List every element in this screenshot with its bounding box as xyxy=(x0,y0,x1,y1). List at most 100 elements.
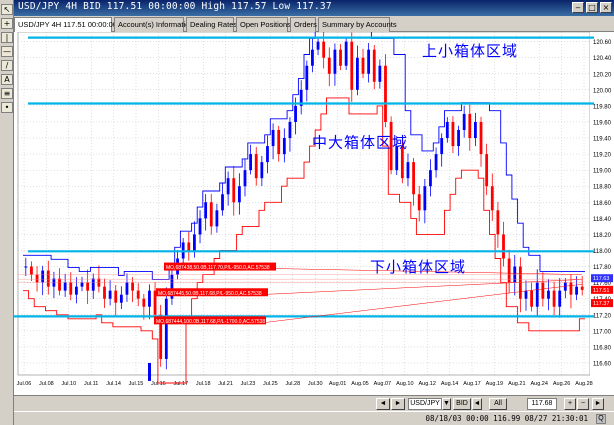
tab-3[interactable]: Open Positions xyxy=(236,17,291,32)
candle-body xyxy=(74,286,78,295)
y-tick-label: 117.20 xyxy=(593,313,612,319)
side-toggle-button[interactable]: ◄ xyxy=(472,398,482,410)
restore-button[interactable]: □ xyxy=(586,2,598,13)
candle-body xyxy=(193,234,196,251)
y-tick-label: 119.40 xyxy=(593,137,612,143)
candle-body xyxy=(474,121,477,139)
x-tick-label: Jul.06 xyxy=(17,381,32,387)
candle-body xyxy=(361,57,365,74)
order-tag[interactable]: MO,687438,50.0B,117.70,P/L-950.0,AC.5753… xyxy=(164,262,276,272)
fibonacci-icon[interactable]: ≡ xyxy=(1,88,13,99)
scroll-right-button[interactable]: ► xyxy=(592,398,604,410)
candle-body xyxy=(282,138,286,155)
x-tick-label: Jul.28 xyxy=(285,381,300,387)
candle-body xyxy=(30,266,33,275)
zoom-icon[interactable]: Q xyxy=(596,414,606,424)
close-button[interactable]: × xyxy=(600,2,612,13)
zoom-out-button[interactable]: − xyxy=(577,398,589,410)
nav-prev-button[interactable]: ◄ xyxy=(376,398,390,410)
candle-body xyxy=(524,290,528,299)
y-tick-label: 118.40 xyxy=(593,217,612,223)
candle-body xyxy=(406,162,410,179)
symbol-select[interactable]: USD/JPY xyxy=(408,398,442,410)
candle-body xyxy=(52,278,56,287)
candle-body xyxy=(468,113,472,139)
y-tick-label: 116.60 xyxy=(593,361,612,367)
candle-body xyxy=(271,130,275,147)
dot-icon[interactable]: • xyxy=(1,102,13,113)
symbol-dropdown-icon[interactable]: ▼ xyxy=(442,398,451,410)
candle-body xyxy=(305,65,309,90)
horizontal-line-icon[interactable]: — xyxy=(1,46,13,57)
side-select[interactable]: BID xyxy=(453,398,471,410)
annotation-lower-box: 下小箱体区域 xyxy=(370,258,466,276)
text-icon[interactable]: A xyxy=(1,74,13,85)
minimize-button[interactable]: ‒ xyxy=(572,2,584,13)
candle-body xyxy=(114,290,118,303)
tab-0[interactable]: USD/JPY 4H 117.51 00:00:00 xyxy=(14,17,117,32)
trend-line-icon[interactable]: / xyxy=(1,60,13,71)
price-chart[interactable]: 120.60 120.40 120.20 120.00 119.80 119.60 119.… xyxy=(14,32,614,395)
status-text: 08/18/03 00:00 116.99 08/27 21:30:01 xyxy=(425,414,588,423)
range-all-button[interactable]: All xyxy=(489,398,507,410)
candle-body xyxy=(187,242,191,251)
x-tick-label: Aug.28 xyxy=(575,381,592,387)
candle-body xyxy=(131,282,134,291)
cursor-icon[interactable]: ↖ xyxy=(1,4,13,15)
order-tag[interactable]: MO,687444,100.0B,117.68,P/L-1700.0,AC.57… xyxy=(154,316,266,325)
candle-body xyxy=(86,282,90,291)
x-tick-label: Aug.05 xyxy=(351,381,368,387)
candle-body xyxy=(103,286,106,299)
candle-body xyxy=(24,266,28,268)
price-field[interactable]: 117.68 xyxy=(527,398,557,410)
y-tick-label: 119.80 xyxy=(593,104,612,110)
y-tick-label: 118.60 xyxy=(593,201,612,207)
price-tag-ask-label: 117.63 xyxy=(593,276,609,282)
candle-body xyxy=(260,162,264,179)
candle-body xyxy=(316,41,320,50)
x-tick-label: Aug.21 xyxy=(508,381,525,387)
x-tick-label: Aug.07 xyxy=(374,381,391,387)
vertical-line-icon[interactable]: | xyxy=(1,32,13,43)
tab-2[interactable]: Dealing Rates xyxy=(186,17,237,32)
candle-body xyxy=(63,282,67,291)
candle-body xyxy=(502,234,505,259)
tab-4[interactable]: Orders xyxy=(290,17,317,32)
x-tick-label: Aug.14 xyxy=(441,381,458,387)
nav-next-button[interactable]: ► xyxy=(391,398,405,410)
crosshair-icon[interactable]: + xyxy=(1,18,13,29)
order-tag[interactable]: MO,687445,50.0B,117.68,P/L-950.0,AC.5753… xyxy=(156,288,268,297)
x-tick-label: Jul.10 xyxy=(61,381,76,387)
candle-body xyxy=(204,202,208,219)
x-tick-label: Aug.12 xyxy=(418,381,435,387)
candle-body xyxy=(558,290,562,307)
drawing-toolbar: ↖ + | — / A ≡ • xyxy=(0,0,14,425)
candle-body xyxy=(451,121,455,147)
candle-body xyxy=(563,282,567,291)
candle-body xyxy=(580,286,584,290)
candle-body xyxy=(547,290,550,299)
y-tick-label: 119.20 xyxy=(593,153,612,159)
tab-1[interactable]: Account(s) Information xyxy=(114,17,193,32)
candle-body xyxy=(496,210,500,235)
x-tick-label: Jul.08 xyxy=(39,381,54,387)
cursor-marker xyxy=(148,362,151,381)
candle-body xyxy=(254,154,258,179)
candle-body xyxy=(221,194,224,211)
candle-body xyxy=(530,290,534,307)
candle-body xyxy=(457,130,460,147)
candle-body xyxy=(215,210,219,227)
tab-5[interactable]: Summary by Accounts xyxy=(318,17,397,32)
chart-area[interactable]: 120.60 120.40 120.20 120.00 119.80 119.60 119.… xyxy=(14,32,614,395)
zoom-in-button[interactable]: + xyxy=(564,398,576,410)
annotation-upper-box: 上小箱体区域 xyxy=(422,42,518,60)
x-tick-label: Jul.23 xyxy=(241,381,256,387)
y-tick-label: 118.20 xyxy=(593,233,612,239)
candle-body xyxy=(46,270,50,287)
candle-body xyxy=(243,170,247,187)
candle-body xyxy=(350,41,354,90)
candle-body xyxy=(434,154,438,171)
x-tick-label: Jul.18 xyxy=(196,381,211,387)
candle-body xyxy=(440,138,444,155)
annotation-middle-box: 中大箱体区域 xyxy=(312,134,408,152)
